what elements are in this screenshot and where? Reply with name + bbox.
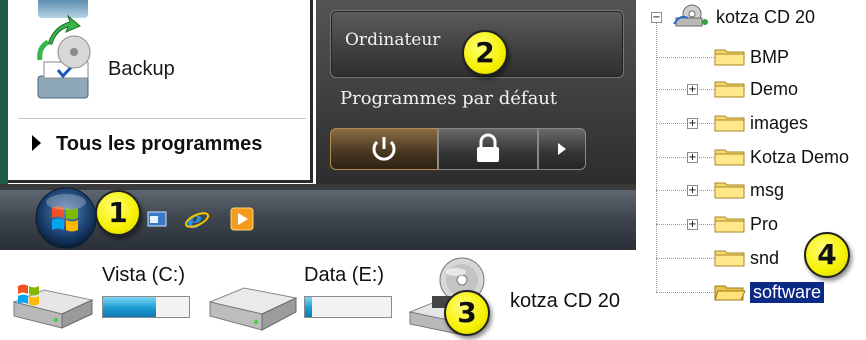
computer-label: Ordinateur	[345, 30, 441, 50]
folder-icon	[714, 182, 745, 199]
media-player-icon[interactable]	[230, 207, 254, 231]
drive-e-usage-bar	[304, 296, 392, 318]
tree-collapse-toggle[interactable]: −	[651, 12, 662, 23]
folder-icon	[714, 149, 745, 166]
triangle-right-icon	[32, 135, 41, 151]
windows-drive-icon[interactable]	[8, 268, 98, 332]
drive-cd-label[interactable]: kotza CD 20	[510, 290, 620, 313]
tree-root-label: kotza CD 20	[716, 7, 816, 27]
callout-1: 1	[95, 190, 141, 236]
callout-3: 3	[444, 290, 490, 336]
hard-drive-icon[interactable]	[206, 284, 300, 334]
all-programs-label: Tous les programmes	[56, 133, 263, 155]
windows-logo-icon[interactable]	[30, 186, 102, 250]
lock-button[interactable]	[438, 128, 538, 170]
tree-expand-toggle[interactable]: +	[687, 219, 698, 230]
folder-tree: − kotza CD 20 BMP + Demo + images + Kotza Demo…	[636, 0, 866, 340]
callout-2: 2	[462, 30, 508, 76]
folder-icon	[714, 81, 745, 98]
default-programs-menu-item[interactable]: Programmes par défaut	[340, 88, 557, 109]
folder-icon	[714, 115, 745, 132]
tree-node-label: Pro	[750, 214, 779, 234]
lock-icon	[477, 133, 499, 162]
tree-expand-toggle[interactable]: +	[687, 118, 698, 129]
show-desktop-icon[interactable]	[146, 208, 168, 230]
tree-node-label: Demo	[750, 79, 799, 99]
divider	[18, 118, 306, 119]
all-programs-item[interactable]: Tous les programmes	[18, 124, 308, 164]
callout-4: 4	[804, 232, 850, 278]
drive-e-usage-fill	[305, 297, 312, 317]
drive-c-usage-bar	[102, 296, 190, 318]
drive-e-label[interactable]: Data (E:)	[304, 264, 384, 287]
network-cd-drive-icon	[673, 4, 708, 27]
tree-node-label: BMP	[750, 47, 790, 67]
tree-expand-toggle[interactable]: +	[687, 185, 698, 196]
drive-c-label[interactable]: Vista (C:)	[102, 264, 185, 287]
tree-node-label: images	[750, 113, 809, 133]
open-folder-icon	[714, 285, 746, 301]
tree-expand-toggle[interactable]: +	[687, 152, 698, 163]
backup-menu-item[interactable]: Backup	[108, 58, 175, 81]
power-buttons	[330, 128, 586, 170]
shutdown-options-button[interactable]	[538, 128, 586, 170]
tree-node-label: msg	[750, 180, 785, 200]
backup-icon[interactable]	[30, 14, 100, 106]
tree-expand-toggle[interactable]: +	[687, 84, 698, 95]
tree-node-label: snd	[750, 248, 780, 268]
folder-icon	[714, 49, 745, 66]
power-icon	[372, 137, 396, 161]
power-button[interactable]	[330, 128, 438, 170]
drive-c-usage-fill	[103, 297, 157, 317]
folder-icon	[714, 216, 745, 233]
chevron-right-icon	[558, 143, 566, 155]
tree-node-label: software	[750, 282, 825, 303]
folder-icon	[714, 250, 745, 267]
tree-node-label: Kotza Demo	[750, 147, 850, 167]
internet-explorer-icon[interactable]: e	[184, 206, 210, 232]
